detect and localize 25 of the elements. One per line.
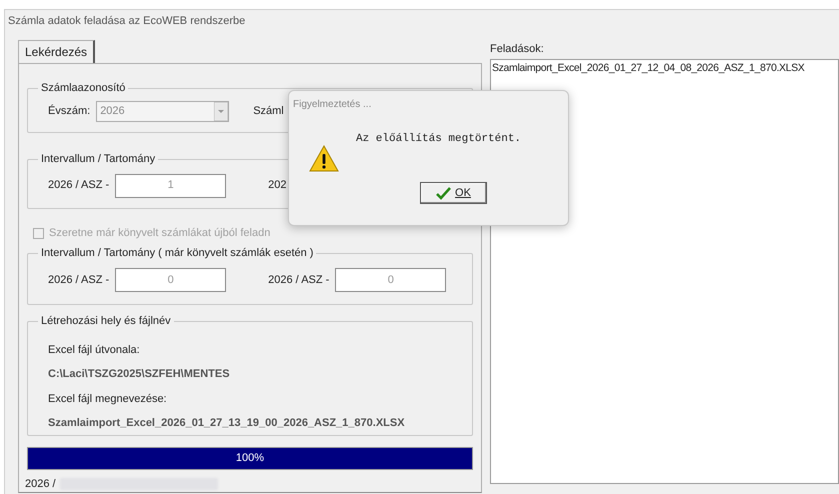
field-label: 202 bbox=[268, 178, 287, 194]
dropdown-arrow-icon bbox=[214, 102, 228, 121]
field-label: 2026 / ASZ - bbox=[48, 178, 110, 194]
group-title: Intervallum / Tartomány bbox=[38, 152, 158, 166]
window-title: Számla adatok feladása az EcoWEB rendszerbe bbox=[8, 14, 246, 29]
field-label: Száml bbox=[253, 104, 284, 120]
field-label: Excel fájl megnevezése: bbox=[48, 392, 168, 407]
field-label: 2026 / ASZ - bbox=[48, 272, 110, 288]
progress-label: 100% bbox=[234, 450, 266, 466]
dialog-title: Figyelmeztetés ... bbox=[293, 98, 372, 112]
list-item[interactable]: Szamlaimport_Excel_2026_01_27_12_04_08_2026_ASZ_1_870.XLSX bbox=[492, 61, 838, 77]
checkmark-icon bbox=[436, 186, 452, 200]
filename-value: Szamlaimport_Excel_2026_01_27_13_19_00_2026_ASZ_1_870.XLSX bbox=[48, 416, 406, 432]
field-label: Excel fájl útvonala: bbox=[48, 342, 141, 358]
uploads-label: Feladások: bbox=[490, 42, 545, 57]
path-value: C:\Laci\TSZG2025\SZFEH\MENTES bbox=[48, 367, 231, 382]
field-label: Évszám: bbox=[48, 104, 90, 120]
field-label: 2026 / ASZ - bbox=[268, 272, 330, 288]
warning-icon bbox=[309, 145, 339, 172]
ok-button[interactable]: OK bbox=[420, 182, 487, 204]
checkbox-label: Szeretne már könyvelt számlákat újból feladn bbox=[49, 226, 270, 241]
group-title: Intervallum / Tartomány ( már könyvelt számlák esetén ) bbox=[38, 246, 316, 260]
tab[interactable]: Lekérdezés bbox=[18, 40, 96, 63]
status-text: 2026 / bbox=[25, 476, 56, 492]
group-title: Létrehozási hely és fájlnév bbox=[38, 314, 174, 328]
